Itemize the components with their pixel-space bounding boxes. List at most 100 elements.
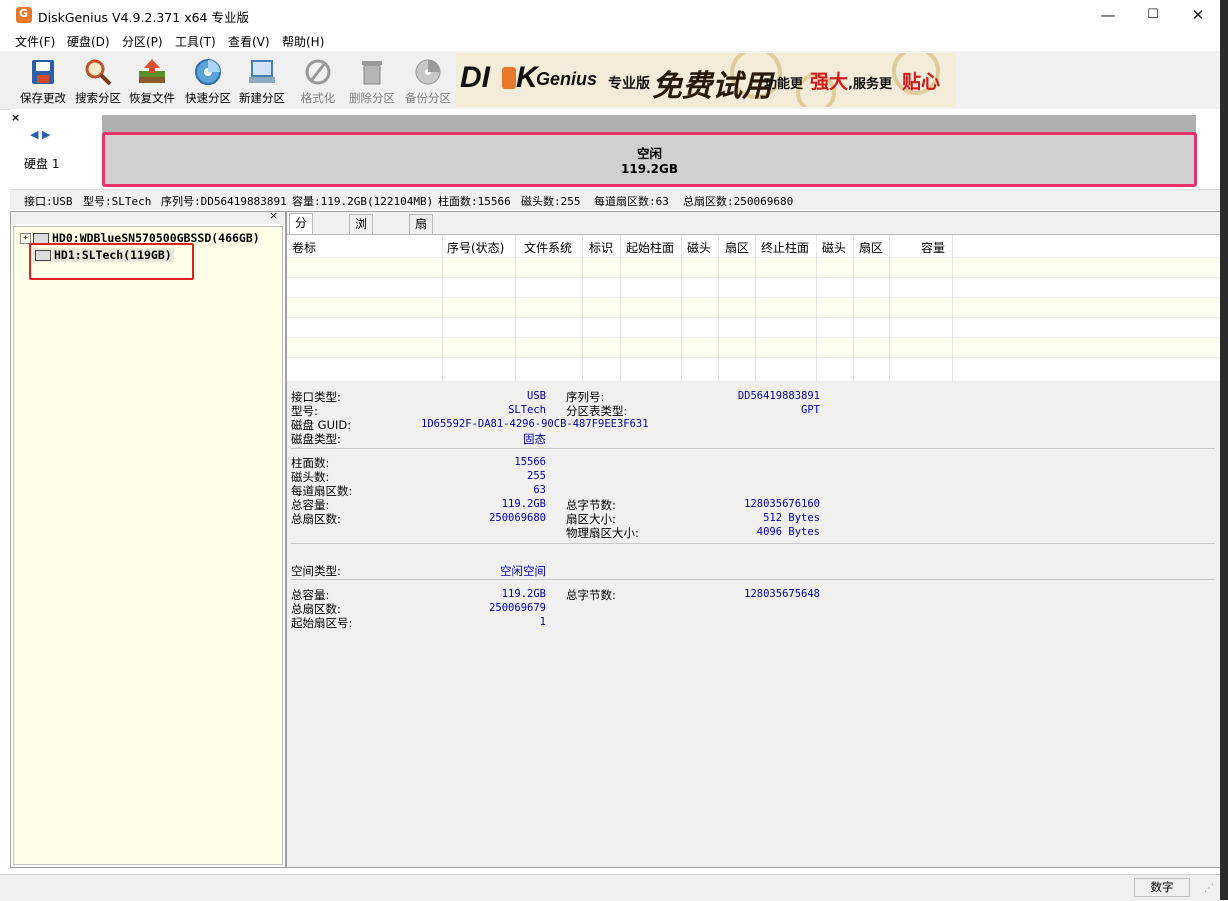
detail-value: 1: [539, 616, 546, 628]
delete-partition-button[interactable]: 删除分区: [344, 55, 400, 107]
info-serial: 序列号:DD56419883891: [161, 195, 287, 208]
disk-bar: 空闲 119.2GB: [102, 115, 1197, 187]
col-capacity[interactable]: 容量: [921, 239, 945, 256]
detail-value: 119.2GB: [501, 498, 546, 510]
detail-value: 15566: [514, 456, 546, 468]
banner-slogan: 免费试用: [652, 69, 772, 104]
detail-value: USB: [527, 390, 546, 402]
banner-tag4: 贴心: [902, 71, 941, 93]
search-icon: [83, 57, 113, 87]
title-bar: DiskGenius V4.9.2.371 x64 专业版 — ☐ ✕: [0, 0, 1220, 30]
detail-key: 总扇区数:: [291, 512, 341, 526]
detail-value: 128035676160: [744, 498, 820, 510]
banner-logo-genius: Genius: [536, 69, 598, 89]
disk-tree-panel: × + HD0:WDBlueSN570500GBSSD(466GB) HD1:SL…: [10, 209, 286, 868]
col-start-head[interactable]: 磁头: [687, 239, 711, 256]
disk-map-close-button[interactable]: ×: [11, 111, 20, 124]
col-end-head[interactable]: 磁头: [822, 239, 846, 256]
menu-file[interactable]: 文件(F): [15, 33, 55, 50]
close-button[interactable]: ✕: [1175, 0, 1221, 30]
maximize-button[interactable]: ☐: [1130, 0, 1176, 30]
banner-logo-k: K: [516, 61, 538, 94]
info-heads: 磁头数:255: [521, 195, 581, 208]
detail-value: 250069679: [489, 602, 546, 614]
banner-edition: 专业版: [608, 76, 650, 92]
app-icon: [16, 7, 32, 23]
info-capacity: 容量:119.2GB(122104MB): [292, 195, 434, 208]
backup-icon: [413, 57, 443, 87]
search-partition-button[interactable]: 搜索分区: [70, 55, 126, 107]
col-end-sector[interactable]: 扇区: [859, 239, 883, 256]
disk-tree: + HD0:WDBlueSN570500GBSSD(466GB) HD1:SLTe…: [13, 226, 283, 865]
col-index-status[interactable]: 序号(状态): [447, 239, 504, 256]
promo-banner[interactable]: DI K Genius 专业版 免费试用 功能更 强大 ,服务更 贴心: [456, 53, 956, 107]
tab-browse-files[interactable]: 浏览文件: [349, 214, 374, 288]
banner-logo-di: DI: [460, 61, 490, 94]
col-filesystem[interactable]: 文件系统: [524, 239, 572, 256]
delete-icon: [357, 57, 387, 87]
info-cylinders: 柱面数:15566: [438, 195, 511, 208]
disk-nav-arrows[interactable]: ◀ ▶: [30, 128, 50, 141]
numlock-indicator: 数字: [1134, 878, 1190, 897]
menu-disk[interactable]: 硬盘(D): [67, 33, 110, 50]
new-partition-button[interactable]: 新建分区: [234, 55, 290, 107]
recover-icon: [137, 57, 167, 87]
background-window-edge: [1220, 0, 1228, 900]
detail-key: 分区表类型:: [566, 404, 628, 418]
detail-value: 255: [527, 470, 546, 482]
detail-key: 空间类型:: [291, 564, 341, 578]
detail-value: DD56419883891: [737, 390, 820, 402]
banner-tag1: 功能更: [764, 77, 804, 92]
new-partition-icon: [247, 57, 277, 87]
recover-files-button[interactable]: 恢复文件: [124, 55, 180, 107]
detail-key: 总字节数:: [566, 588, 616, 602]
banner-logo-s-icon: [502, 67, 516, 89]
detail-value: 250069680: [489, 512, 546, 524]
menu-tools[interactable]: 工具(T): [175, 33, 216, 50]
backup-partition-button[interactable]: 备份分区: [400, 55, 456, 107]
col-end-cylinder[interactable]: 终止柱面: [761, 239, 809, 256]
details-panel: 分区参数 浏览文件 扇区编辑 卷标 序号(状态) 文件系统 标识 起始柱面 磁头…: [286, 211, 1222, 868]
detail-key: 磁盘类型:: [291, 432, 341, 446]
format-button[interactable]: 格式化: [290, 55, 346, 107]
detail-key: 起始扇区号:: [291, 616, 353, 630]
detail-value: 119.2GB: [501, 588, 546, 600]
detail-value: 空闲空间: [500, 564, 546, 578]
col-start-sector[interactable]: 扇区: [725, 239, 749, 256]
free-space-label: 空闲: [636, 146, 662, 161]
tree-panel-header: ×: [11, 209, 285, 224]
toolbar: 保存更改 搜索分区 恢复文件 快速分区 新建分区 格式化 删除分区 备份分区 D…: [0, 51, 1220, 110]
save-icon: [28, 57, 58, 87]
tab-sector-edit[interactable]: 扇区编辑: [409, 214, 434, 288]
info-interface: 接口:USB: [24, 195, 73, 208]
info-model: 型号:SLTech: [83, 195, 152, 208]
detail-value: 固态: [523, 432, 546, 446]
detail-value: 1D65592F-DA81-4296-90CB-487F9EE3F631: [421, 418, 649, 430]
quick-partition-button[interactable]: 快速分区: [180, 55, 236, 107]
highlight-annotation: [29, 243, 194, 280]
detail-value: 512 Bytes: [763, 512, 820, 524]
tab-partition-params[interactable]: 分区参数: [289, 213, 314, 287]
tree-panel-close-icon[interactable]: ×: [269, 209, 278, 222]
partition-table: 卷标 序号(状态) 文件系统 标识 起始柱面 磁头 扇区 终止柱面 磁头 扇区 …: [287, 234, 1221, 381]
detail-value: 63: [533, 484, 546, 496]
banner-tag3: ,服务更: [848, 77, 892, 92]
menu-partition[interactable]: 分区(P): [122, 33, 163, 50]
menu-view[interactable]: 查看(V): [228, 33, 270, 50]
detail-value: SLTech: [508, 404, 546, 416]
detail-value: 128035675648: [744, 588, 820, 600]
resize-grip-icon[interactable]: ⋰: [1204, 883, 1214, 894]
window-title: DiskGenius V4.9.2.371 x64 专业版: [38, 10, 249, 25]
col-flag[interactable]: 标识: [589, 239, 613, 256]
menu-help[interactable]: 帮助(H): [282, 33, 324, 50]
free-space-block[interactable]: 空闲 119.2GB: [102, 132, 1197, 187]
quick-partition-icon: [193, 57, 223, 87]
info-total-sectors: 总扇区数:250069680: [683, 195, 794, 208]
col-start-cylinder[interactable]: 起始柱面: [626, 239, 674, 256]
info-sectors-per-track: 每道扇区数:63: [594, 195, 669, 208]
save-changes-button[interactable]: 保存更改: [15, 55, 71, 107]
col-volume-label[interactable]: 卷标: [292, 239, 316, 256]
minimize-button[interactable]: —: [1085, 0, 1131, 30]
disk-info-bar: 接口:USB 型号:SLTech 序列号:DD56419883891 容量:11…: [10, 189, 1220, 210]
free-space-size: 119.2GB: [621, 162, 678, 176]
